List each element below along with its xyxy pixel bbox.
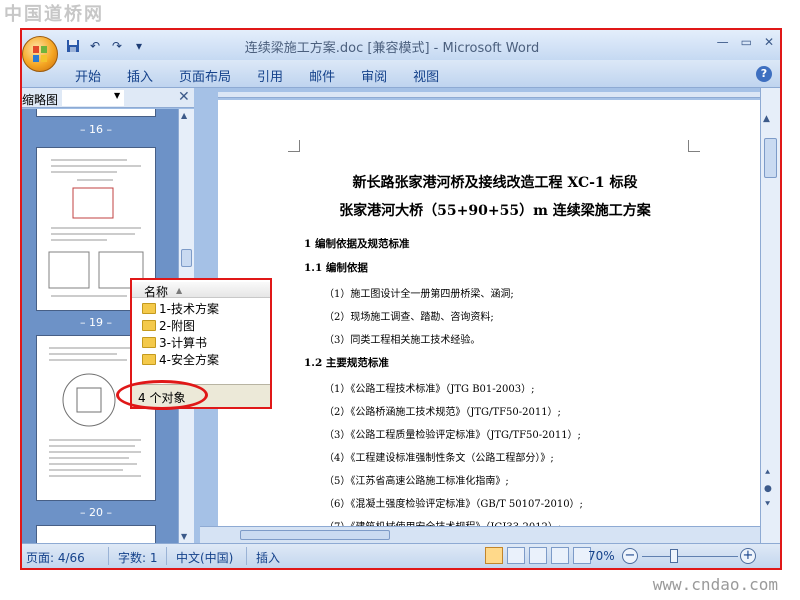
zoom-out-button[interactable]: −: [622, 548, 638, 564]
margin-mark: [688, 140, 700, 152]
next-page-icon[interactable]: ⯆: [764, 500, 771, 510]
folder-icon: [142, 353, 156, 365]
customize-icon[interactable]: ▾: [130, 37, 148, 55]
maximize-button[interactable]: ▭: [741, 35, 752, 49]
folder-item[interactable]: 2-附图: [142, 317, 195, 333]
heading-1-2: 1.2 主要规范标准: [304, 357, 389, 369]
document-page[interactable]: 新长路张家港河桥及接线改造工程 XC-1 标段 张家港河大桥（55+90+55）…: [218, 100, 760, 530]
status-bar: 页面: 4/66 字数: 1 中文(中国) 插入 70% − +: [22, 543, 780, 568]
folder-item[interactable]: 4-安全方案: [142, 351, 219, 367]
column-header-name[interactable]: 名称: [144, 283, 168, 300]
quick-access-toolbar: ↶ ↷ ▾: [64, 36, 148, 56]
web-layout-button[interactable]: [529, 547, 547, 564]
office-button[interactable]: [22, 36, 58, 72]
language[interactable]: 中文(中国): [176, 549, 233, 566]
outline-button[interactable]: [551, 547, 569, 564]
ribbon: 开始 插入 页面布局 引用 邮件 审阅 视图 ?: [22, 60, 780, 88]
close-button[interactable]: ✕: [764, 35, 774, 49]
save-icon[interactable]: [64, 37, 82, 55]
previous-page-icon[interactable]: ⯅: [764, 468, 771, 478]
scroll-thumb[interactable]: [764, 138, 777, 178]
thumbnail-page[interactable]: [36, 525, 156, 543]
margin-mark: [288, 140, 300, 152]
view-buttons: [485, 547, 591, 564]
highlight-ellipse: [116, 380, 208, 410]
basis-item: （3）同类工程相关施工技术经验。: [324, 335, 481, 346]
window-title: 连续梁施工方案.doc [兼容模式] - Microsoft Word: [244, 41, 540, 56]
tab-references[interactable]: 引用: [244, 66, 296, 85]
column-header[interactable]: 名称 ▲: [132, 282, 270, 300]
word-count[interactable]: 字数: 1: [118, 549, 158, 566]
document-title-line2: 张家港河大桥（55+90+55）m 连续梁施工方案: [339, 203, 651, 219]
tab-home[interactable]: 开始: [62, 66, 114, 85]
window-controls: — ▭ ✕: [717, 35, 774, 49]
tab-insert[interactable]: 插入: [114, 66, 166, 85]
zoom-level[interactable]: 70%: [588, 549, 615, 563]
document-scrollbar[interactable]: ▲ ⯅ ● ⯆: [760, 88, 780, 543]
scroll-thumb[interactable]: [181, 249, 192, 267]
office-logo-icon: [33, 46, 47, 62]
undo-icon[interactable]: ↶: [86, 37, 104, 55]
thumbnail-page[interactable]: [36, 109, 156, 117]
redo-icon[interactable]: ↷: [108, 37, 126, 55]
page-number: – 16 –: [80, 123, 112, 136]
document-title-line1: 新长路张家港河桥及接线改造工程 XC-1 标段: [352, 175, 638, 191]
tab-page-layout[interactable]: 页面布局: [166, 66, 244, 85]
ruler: [218, 92, 760, 98]
minimize-button[interactable]: —: [717, 35, 729, 49]
ribbon-tabs: 开始 插入 页面布局 引用 邮件 审阅 视图: [62, 66, 452, 85]
document-area: 新长路张家港河桥及接线改造工程 XC-1 标段 张家港河大桥（55+90+55）…: [200, 88, 780, 543]
tab-mailings[interactable]: 邮件: [296, 66, 348, 85]
standard-item: （2）《公路桥涵施工技术规范》（JTG/TF50-2011）;: [324, 407, 561, 418]
thumbnail-pane-header: 缩略图 ▼ ✕: [22, 88, 194, 108]
thumbnail-pane-label: 缩略图: [22, 93, 59, 107]
page-number: – 20 –: [80, 506, 112, 519]
standard-item: （5）《江苏省高速公路施工标准化指南》;: [324, 476, 509, 487]
watermark-top: 中国道桥网: [4, 4, 104, 25]
title-bar: ↶ ↷ ▾ 连续梁施工方案.doc [兼容模式] - Microsoft Wor…: [22, 30, 780, 60]
standard-item: （4）《工程建设标准强制性条文（公路工程部分）》;: [324, 453, 554, 464]
zoom-slider-track[interactable]: [642, 556, 738, 557]
standard-item: （3）《公路工程质量检验评定标准》（JTG/TF50-2011）;: [324, 430, 581, 441]
folder-icon: [142, 336, 156, 348]
sort-ascending-icon: ▲: [176, 286, 183, 295]
insert-mode[interactable]: 插入: [256, 549, 280, 566]
heading-1-1: 1.1 编制依据: [304, 262, 368, 274]
tab-view[interactable]: 视图: [400, 66, 452, 85]
close-icon[interactable]: ✕: [178, 89, 190, 105]
folder-item[interactable]: 1-技术方案: [142, 300, 219, 316]
folder-item[interactable]: 3-计算书: [142, 334, 207, 350]
chevron-down-icon[interactable]: ▼: [114, 91, 120, 100]
watermark-bottom: www.cndao.com: [652, 575, 778, 594]
help-icon[interactable]: ?: [756, 66, 772, 82]
print-layout-button[interactable]: [485, 547, 503, 564]
standard-item: （6）《混凝土强度检验评定标准》（GB/T 50107-2010）;: [324, 499, 583, 510]
scroll-thumb[interactable]: [240, 530, 390, 540]
browse-object-icon[interactable]: ●: [764, 484, 772, 494]
zoom-in-button[interactable]: +: [740, 548, 756, 564]
folder-icon: [142, 302, 156, 314]
horizontal-scrollbar[interactable]: [200, 526, 760, 543]
standard-item: （1）《公路工程技术标准》（JTG B01-2003）;: [324, 384, 535, 395]
folder-icon: [142, 319, 156, 331]
basis-item: （2）现场施工调查、踏勘、咨询资料;: [324, 312, 494, 323]
page-count[interactable]: 页面: 4/66: [26, 549, 85, 566]
tab-review[interactable]: 审阅: [348, 66, 400, 85]
full-screen-reading-button[interactable]: [507, 547, 525, 564]
zoom-slider-thumb[interactable]: [670, 549, 678, 563]
heading-1: 1 编制依据及规范标准: [304, 238, 410, 250]
basis-item: （1）施工图设计全一册第四册桥梁、涵洞;: [324, 289, 514, 300]
